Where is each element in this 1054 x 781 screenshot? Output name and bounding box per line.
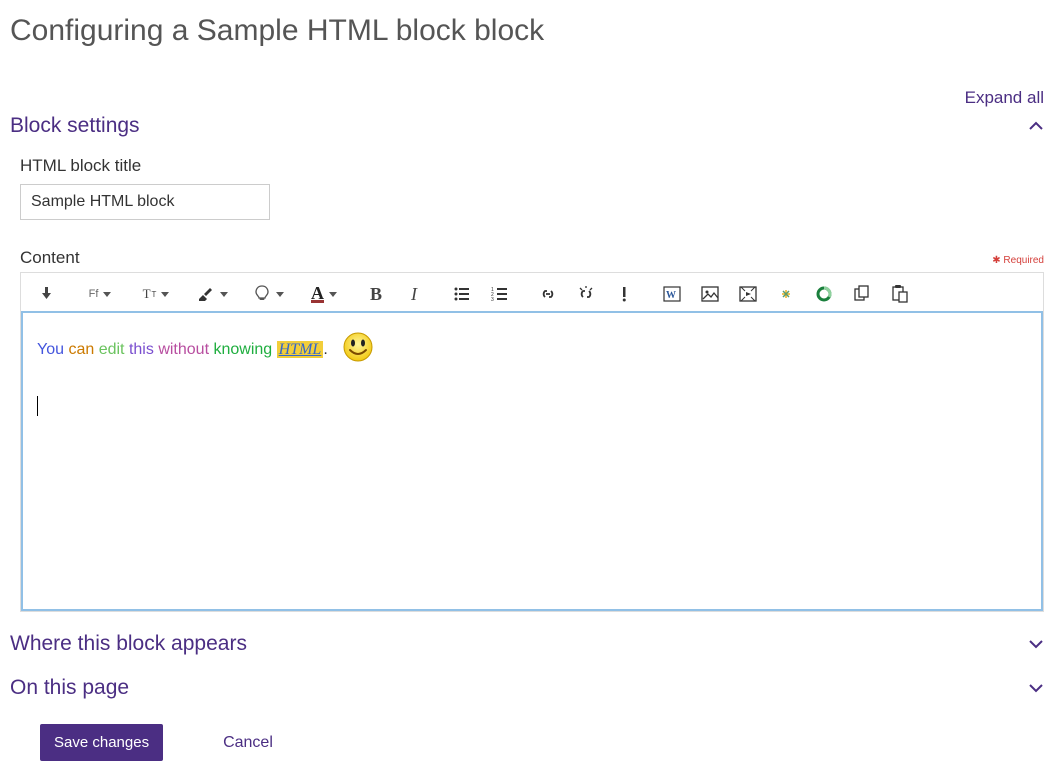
toggle-toolbar-icon[interactable] <box>29 279 67 309</box>
expand-all-link[interactable]: Expand all <box>965 88 1044 107</box>
save-changes-button[interactable]: Save changes <box>40 724 163 761</box>
word-edit: edit <box>99 341 125 358</box>
word-html: HTML <box>277 341 324 358</box>
caret-down-icon <box>276 292 284 297</box>
block-settings-body: HTML block title Content ✱ Required Ff T… <box>10 156 1044 612</box>
font-color-label: A <box>311 286 324 303</box>
page-title: Configuring a Sample HTML block block <box>10 14 1044 48</box>
caret-down-icon <box>220 292 228 297</box>
font-size-sub: T <box>152 290 157 299</box>
caret-down-icon <box>161 292 169 297</box>
image-button[interactable] <box>691 279 729 309</box>
paste-icon[interactable] <box>881 279 919 309</box>
word-import-icon[interactable]: W <box>653 279 691 309</box>
chevron-down-icon <box>1028 636 1044 652</box>
html-block-title-label: HTML block title <box>20 156 1044 176</box>
unlink-button[interactable] <box>567 279 605 309</box>
font-family-dropdown[interactable]: Ff <box>77 279 123 309</box>
chevron-down-icon <box>1028 680 1044 696</box>
editor-toolbar: Ff TT A <box>21 273 1043 311</box>
section-where-appears[interactable]: Where this block appears <box>10 632 1044 656</box>
numbered-list-button[interactable]: 123 <box>481 279 519 309</box>
svg-text:W: W <box>666 290 676 301</box>
word-can: can <box>68 341 94 358</box>
word-knowing: knowing <box>213 341 272 358</box>
editor-content-area[interactable]: You can edit this without knowing HTML. <box>21 311 1043 611</box>
sparkle-icon[interactable] <box>767 279 805 309</box>
bullet-list-button[interactable] <box>443 279 481 309</box>
font-color-dropdown[interactable]: A <box>301 279 347 309</box>
content-label: Content <box>20 248 80 268</box>
section-on-this-page[interactable]: On this page <box>10 676 1044 700</box>
link-button[interactable] <box>529 279 567 309</box>
record-icon[interactable] <box>805 279 843 309</box>
svg-text:3: 3 <box>491 297 494 303</box>
text-cursor <box>37 396 38 416</box>
required-note: ✱ Required <box>992 255 1044 266</box>
bold-button[interactable]: B <box>357 279 395 309</box>
editor-sample-line: You can edit this without knowing HTML. <box>37 331 1027 369</box>
word-dot: . <box>323 341 327 358</box>
caret-down-icon <box>103 292 111 297</box>
italic-button[interactable]: I <box>395 279 433 309</box>
section-on-this-page-title: On this page <box>10 676 129 700</box>
word-without: without <box>158 341 209 358</box>
html-block-title-input[interactable] <box>20 184 270 220</box>
section-where-appears-title: Where this block appears <box>10 632 247 656</box>
bold-icon: B <box>370 284 382 305</box>
video-button[interactable] <box>729 279 767 309</box>
no-autolink-button[interactable] <box>605 279 643 309</box>
editor: Ff TT A <box>20 272 1044 612</box>
font-size-dropdown[interactable]: TT <box>133 279 179 309</box>
section-block-settings[interactable]: Block settings <box>10 114 1044 138</box>
word-you: You <box>37 341 64 358</box>
word-this: this <box>129 341 154 358</box>
chevron-up-icon <box>1028 118 1044 134</box>
font-family-label: Ff <box>89 288 99 300</box>
hint-dropdown[interactable] <box>245 279 291 309</box>
highlight-dropdown[interactable] <box>189 279 235 309</box>
italic-icon: I <box>411 284 417 305</box>
font-size-label: T <box>143 286 151 302</box>
copy-files-icon[interactable] <box>843 279 881 309</box>
section-block-settings-title: Block settings <box>10 114 140 138</box>
smiley-icon <box>342 331 374 363</box>
caret-down-icon <box>329 292 337 297</box>
cancel-button[interactable]: Cancel <box>217 733 279 753</box>
